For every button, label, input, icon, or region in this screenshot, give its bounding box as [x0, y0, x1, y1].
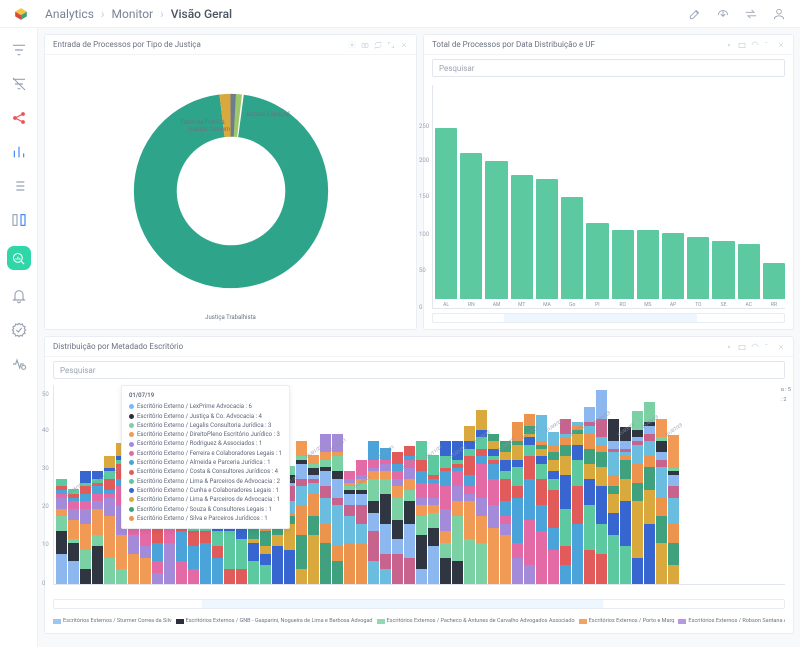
close-icon[interactable]: [400, 41, 408, 49]
search-analytics-icon[interactable]: [7, 246, 31, 270]
stack-card: Distribuição por Metadado Escritório Pes…: [44, 336, 794, 634]
chart-tooltip: 01/07/19 Escritório Externo / LexPrime A…: [121, 385, 290, 529]
camera-icon[interactable]: [738, 41, 746, 49]
donut-label: Justiça Comum: [188, 126, 230, 133]
top-header: Analytics › Monitor › Visão Geral: [0, 0, 800, 28]
filter-icon[interactable]: [11, 42, 27, 58]
legend: Escritórios Externos / Sturmer Correa da…: [53, 615, 785, 627]
bell-icon[interactable]: [11, 288, 27, 304]
refresh-icon[interactable]: [374, 41, 382, 49]
settings-icon[interactable]: [348, 41, 356, 49]
download-icon[interactable]: [716, 7, 730, 21]
refresh-icon[interactable]: [751, 41, 759, 49]
bars-icon[interactable]: [11, 144, 27, 160]
close-icon[interactable]: [777, 343, 785, 351]
list-icon[interactable]: [11, 178, 27, 194]
card-title: Distribuição por Metadado Escritório: [53, 342, 183, 351]
expand-icon[interactable]: [387, 41, 395, 49]
columns-icon[interactable]: [11, 212, 27, 228]
edit-icon[interactable]: [688, 7, 702, 21]
settings-icon[interactable]: [725, 343, 733, 351]
swap-icon[interactable]: [744, 7, 758, 21]
bar-card: Total de Processos por Data Distribuição…: [423, 34, 794, 330]
pulse-icon[interactable]: [11, 356, 27, 372]
share-icon[interactable]: [11, 110, 27, 126]
close-icon[interactable]: [777, 41, 785, 49]
search-input[interactable]: Pesquisar: [53, 361, 785, 379]
donut-card: Entrada de Processos por Tipo de Justiça: [44, 34, 417, 330]
breadcrumb-1[interactable]: Monitor: [112, 7, 154, 21]
chevron-right-icon: ›: [160, 7, 164, 21]
left-sidebar: [0, 28, 38, 647]
search-input[interactable]: Pesquisar: [432, 59, 785, 77]
donut-label: Juizado Especial: [245, 111, 290, 118]
card-title: Total de Processos por Data Distribuição…: [432, 40, 595, 49]
camera-icon[interactable]: [738, 343, 746, 351]
range-scrubber[interactable]: [53, 599, 785, 609]
expand-icon[interactable]: [764, 343, 772, 351]
app-logo: [14, 7, 28, 21]
user-icon[interactable]: [772, 7, 786, 21]
range-scrubber[interactable]: [432, 313, 785, 323]
main-content: Entrada de Processos por Tipo de Justiça: [38, 28, 800, 647]
breadcrumb-2[interactable]: Visão Geral: [171, 7, 232, 21]
refresh-icon[interactable]: [751, 343, 759, 351]
bar-chart: 0 50 100 150 200 250 ALRNAMMTMAGoPIROMSA…: [432, 85, 785, 309]
chevron-right-icon: ›: [101, 7, 105, 21]
card-title: Entrada de Processos por Tipo de Justiça: [53, 40, 201, 49]
settings-icon[interactable]: [725, 41, 733, 49]
donut-label: Fazenda Publica: [181, 119, 225, 126]
filter-off-icon[interactable]: [11, 76, 27, 92]
camera-icon[interactable]: [361, 41, 369, 49]
breadcrumb-0[interactable]: Analytics: [45, 7, 94, 21]
expand-icon[interactable]: [764, 41, 772, 49]
donut-label: Justiça Trabalhista: [205, 314, 256, 321]
donut-chart: Justiça Trabalhista Juizado Especial Faz…: [53, 59, 408, 323]
check-badge-icon[interactable]: [11, 322, 27, 338]
